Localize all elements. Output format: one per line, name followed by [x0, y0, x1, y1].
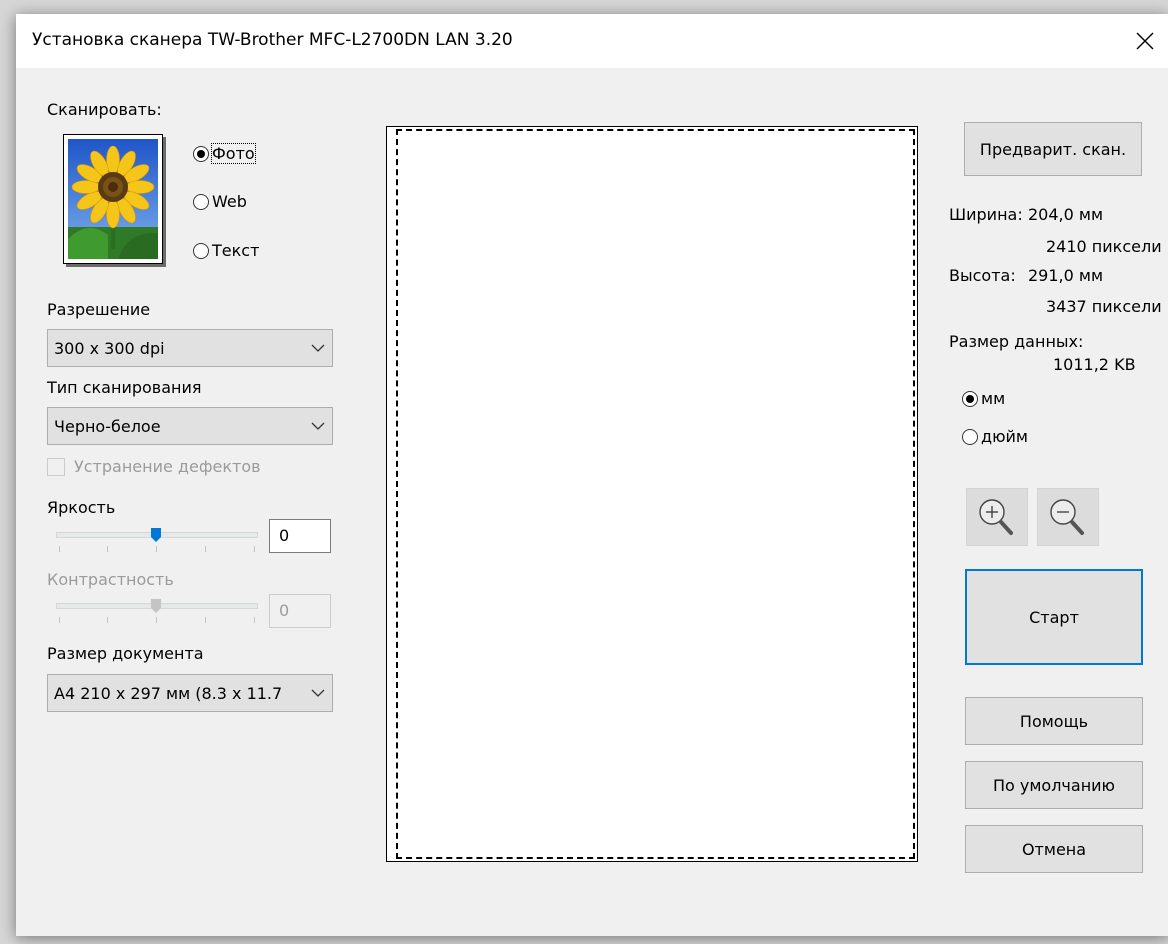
scan-preview-area[interactable] [386, 126, 918, 862]
scan-type-web-label: Web [212, 192, 247, 211]
scan-type-label: Сканировать: [47, 100, 162, 119]
slider-tick [205, 546, 206, 552]
scan-mode-label: Тип сканирования [47, 378, 202, 397]
brightness-value: 0 [279, 526, 290, 545]
contrast-label: Контрастность [47, 570, 174, 589]
scan-type-photo-radio[interactable]: Фото [193, 143, 256, 164]
slider-tick [59, 546, 60, 552]
radio-unchecked-icon [193, 193, 209, 210]
slider-tick [254, 546, 255, 552]
radio-unchecked-icon [962, 428, 978, 445]
height-px-value: 3437 пиксели [1046, 297, 1162, 316]
scan-type-text-radio[interactable]: Текст [193, 241, 259, 260]
contrast-slider[interactable] [56, 597, 258, 627]
slider-thumb[interactable] [151, 528, 161, 542]
unit-mm-label: мм [981, 389, 1006, 408]
resolution-dropdown[interactable]: 300 x 300 dpi [47, 329, 333, 367]
zoom-in-icon [979, 499, 1013, 535]
chevron-down-icon [311, 344, 325, 352]
close-button[interactable] [1120, 14, 1168, 68]
slider-tick [254, 617, 255, 623]
radio-checked-icon [962, 390, 978, 407]
scan-type-photo-label: Фото [211, 143, 256, 164]
scan-mode-dropdown[interactable]: Черно-белое [47, 407, 333, 445]
data-size-value: 1011,2 KB [1053, 355, 1136, 374]
resolution-value: 300 x 300 dpi [54, 339, 165, 358]
brightness-input[interactable]: 0 [269, 519, 331, 553]
slider-thumb [151, 599, 161, 613]
help-button[interactable]: Помощь [965, 697, 1143, 745]
zoom-out-button[interactable] [1037, 488, 1099, 546]
height-label: Высота: [949, 266, 1016, 285]
slider-tick [59, 617, 60, 623]
despeckle-checkbox[interactable] [47, 458, 65, 476]
close-icon [1136, 32, 1154, 50]
sunflower-photo-icon [63, 134, 163, 264]
slider-tick [156, 617, 157, 623]
data-size-label: Размер данных: [949, 332, 1084, 351]
document-size-dropdown[interactable]: A4 210 x 297 мм (8.3 x 11.7 [47, 674, 333, 712]
width-px-value: 2410 пиксели [1046, 237, 1162, 256]
width-mm-value: 204,0 мм [1028, 205, 1104, 224]
scan-type-web-radio[interactable]: Web [193, 192, 247, 211]
cancel-button[interactable]: Отмена [965, 825, 1143, 873]
brightness-label: Яркость [47, 498, 116, 517]
scan-type-text-label: Текст [212, 241, 260, 260]
slider-tick [156, 546, 157, 552]
zoom-in-button[interactable] [966, 488, 1028, 546]
start-button[interactable]: Старт [965, 569, 1143, 665]
title-bar: Установка сканера TW-Brother MFC-L2700DN… [16, 14, 1168, 68]
defaults-button[interactable]: По умолчанию [965, 761, 1143, 809]
chevron-down-icon [311, 422, 325, 430]
height-mm-value: 291,0 мм [1028, 266, 1104, 285]
despeckle-label: Устранение дефектов [74, 457, 261, 476]
chevron-down-icon [311, 689, 325, 697]
scan-mode-value: Черно-белое [54, 417, 161, 436]
radio-unchecked-icon [193, 242, 209, 259]
unit-mm-radio[interactable]: мм [962, 389, 1005, 408]
slider-tick [107, 617, 108, 623]
width-label: Ширина: [949, 205, 1023, 224]
slider-tick [205, 617, 206, 623]
unit-inch-radio[interactable]: дюйм [962, 427, 1028, 446]
contrast-input: 0 [269, 594, 331, 628]
scan-area-selection[interactable] [396, 129, 915, 859]
scanner-dialog: Установка сканера TW-Brother MFC-L2700DN… [16, 14, 1168, 936]
contrast-value: 0 [279, 601, 290, 620]
unit-inch-label: дюйм [981, 427, 1028, 446]
slider-tick [107, 546, 108, 552]
document-size-value: A4 210 x 297 мм (8.3 x 11.7 [54, 684, 283, 703]
zoom-out-icon [1050, 499, 1084, 535]
window-title: Установка сканера TW-Brother MFC-L2700DN… [32, 30, 513, 50]
resolution-label: Разрешение [47, 300, 151, 319]
radio-checked-icon [193, 145, 209, 162]
brightness-slider[interactable] [56, 526, 258, 556]
prescan-button[interactable]: Предварит. скан. [964, 122, 1142, 176]
document-size-label: Размер документа [47, 644, 204, 663]
